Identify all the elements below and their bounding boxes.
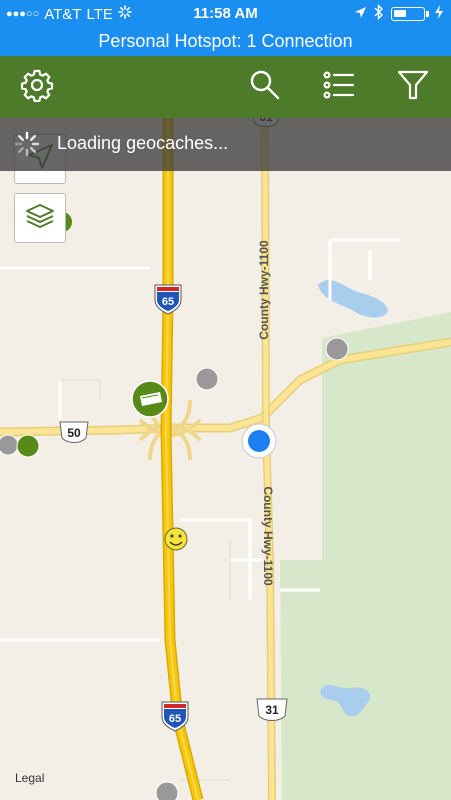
filter-button[interactable]	[392, 66, 434, 108]
shield-50-label: 50	[67, 426, 81, 440]
map-view[interactable]: County Hwy-1100 County Hwy-1100 65 65 50…	[0, 118, 451, 800]
location-arrow-icon	[354, 6, 367, 23]
user-location-dot	[241, 423, 277, 459]
status-bar: ●●●○○ AT&T LTE 11:58 AM	[0, 0, 451, 28]
geocache-marker-gray[interactable]	[195, 367, 219, 391]
app-toolbar	[0, 56, 451, 118]
geocache-marker-gray[interactable]	[0, 434, 19, 456]
geocache-marker-green[interactable]	[16, 434, 40, 458]
gear-icon	[20, 68, 54, 107]
us-shield-31-bottom: 31	[256, 698, 288, 721]
list-button[interactable]	[318, 66, 360, 108]
bluetooth-icon	[374, 3, 384, 24]
settings-button[interactable]	[16, 66, 58, 108]
road-label-county-hwy-south: County Hwy-1100	[261, 486, 275, 586]
loading-text: Loading geocaches...	[57, 133, 229, 153]
search-button[interactable]	[244, 66, 286, 108]
loading-banner: Loading geocaches...	[0, 118, 451, 171]
shield-31-bottom-label: 31	[265, 703, 279, 717]
loading-spinner-icon	[14, 131, 40, 162]
hotspot-banner[interactable]: Personal Hotspot: 1 Connection	[0, 28, 451, 56]
search-icon	[248, 68, 282, 107]
map-layers-button[interactable]	[14, 193, 66, 243]
road-label-county-hwy-north: County Hwy-1100	[257, 240, 271, 340]
charging-bolt-icon	[435, 5, 443, 23]
geocache-marker-gray[interactable]	[155, 781, 179, 800]
filter-icon	[396, 68, 430, 107]
layers-icon	[24, 200, 56, 237]
battery-icon	[391, 7, 429, 21]
map-canvas[interactable]: County Hwy-1100 County Hwy-1100 65 65 50…	[0, 118, 451, 800]
geocache-marker-gray[interactable]	[325, 337, 349, 361]
traditional-cache-marker[interactable]	[131, 380, 169, 418]
found-smiley-marker[interactable]	[164, 527, 188, 551]
us-shield-50: 50	[59, 421, 89, 443]
list-icon	[322, 68, 356, 107]
status-right	[354, 3, 443, 24]
shield-65-bottom-label: 65	[169, 713, 181, 725]
legal-link[interactable]: Legal	[15, 771, 44, 785]
shield-65-top-label: 65	[162, 296, 174, 308]
